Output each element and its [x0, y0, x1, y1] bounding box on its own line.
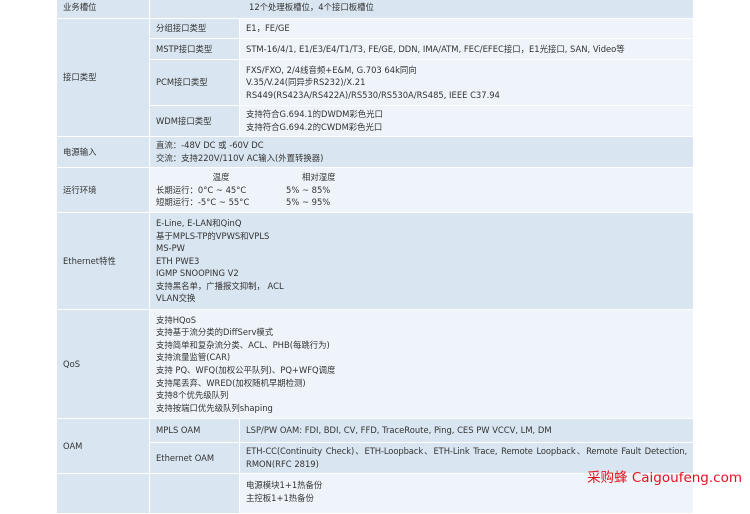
- label-mpls-oam: MPLS OAM: [149, 418, 240, 443]
- wdm-line: 支持符合G.694.2的CWDM彩色光口: [246, 122, 383, 132]
- value-wdm-interface: 支持符合G.694.1的DWDM彩色光口 支持符合G.694.2的CWDM彩色光…: [238, 105, 695, 137]
- ethernet-oam-line: ETH-CC(Continuity Check)、ETH-Loopback、ET…: [246, 446, 688, 457]
- label-protection: [56, 473, 150, 514]
- value-slots: 12个处理板槽位，4个接口板槽位: [148, 0, 695, 19]
- value-ethernet: E-Line, E-LAN和QinQ 基于MPLS-TP的VPWS和VPLS M…: [148, 212, 695, 310]
- value-pcm-interface: FXS/FXO, 2/4线音频+E&M, G.703 64k同向 V.35/V.…: [238, 59, 695, 106]
- ethernet-line: MS-PW: [156, 243, 185, 254]
- env-short-row: 短期运行：-5°C ~ 55°C 5% ~ 95%: [156, 196, 687, 209]
- qos-line: 支持尾丢弃、WRED(加权随机早期检测): [156, 377, 306, 388]
- pcm-line: FXS/FXO, 2/4线音频+E&M, G.703 64k同向: [246, 64, 417, 75]
- power-line: 直流：-48V DC 或 -60V DC: [156, 140, 264, 151]
- env-long-temp: 长期运行：0°C ~ 45°C: [156, 184, 247, 195]
- label-slots: 业务槽位: [56, 0, 150, 19]
- sublabel-protection: [149, 473, 240, 514]
- qos-line: 支持 PQ、WFQ(加权公平队列)、PQ+WFQ调度: [156, 365, 336, 375]
- value-qos: 支持HQoS 支持基于流分类的DiffServ模式 支持简单和复杂流分类、ACL…: [148, 309, 695, 419]
- qos-line: 支持基于流分类的DiffServ模式: [156, 327, 274, 338]
- row-qos: QoS 支持HQoS 支持基于流分类的DiffServ模式 支持简单和复杂流分类…: [56, 309, 695, 419]
- row-interface-pcm: PCM接口类型 FXS/FXO, 2/4线音频+E&M, G.703 64k同向…: [57, 59, 695, 106]
- row-environment: 运行环境 温度 相对湿度 长期运行：0°C ~ 45°C 5% ~ 85% 短期…: [56, 167, 695, 213]
- row-interface-wdm: WDM接口类型 支持符合G.694.1的DWDM彩色光口 支持符合G.694.2…: [57, 105, 695, 137]
- value-mstp-interface: STM-16/4/1, E1/E3/E4/T1/T3, FE/GE, DDN, …: [238, 38, 695, 60]
- qos-line: 支持HQoS: [156, 314, 197, 325]
- row-power: 电源输入 直流：-48V DC 或 -60V DC 交流：支持220V/110V…: [56, 136, 695, 168]
- row-interface-group: 接口类型 分组接口类型 E1，FE/GE: [56, 18, 695, 137]
- env-long-row: 长期运行：0°C ~ 45°C 5% ~ 85%: [156, 184, 687, 197]
- row-interface-mstp: MSTP接口类型 STM-16/4/1, E1/E3/E4/T1/T3, FE/…: [57, 38, 695, 60]
- label-qos: QoS: [56, 309, 150, 419]
- spec-table: 业务槽位 12个处理板槽位，4个接口板槽位 接口类型 分组接口类型 E1，FE/…: [56, 0, 695, 514]
- label-pcm-interface: PCM接口类型: [149, 59, 240, 106]
- env-short-temp: 短期运行：-5°C ~ 55°C: [156, 197, 250, 208]
- ethernet-line: IGMP SNOOPING V2: [156, 268, 239, 279]
- qos-line: 支持简单和复杂流分类、ACL、PHB(每跳行为): [156, 339, 330, 350]
- row-oam-mpls: OAM MPLS OAM LSP/PW OAM: FDI, BDI, CV, F…: [56, 418, 695, 474]
- ethernet-line: ETH PWE3: [156, 255, 200, 266]
- power-line: 交流：支持220V/110V AC输入(外置转换器): [156, 153, 324, 163]
- label-ethernet-oam: Ethernet OAM: [149, 442, 240, 474]
- label-power: 电源输入: [56, 136, 150, 168]
- env-long-humidity: 5% ~ 85%: [286, 184, 331, 195]
- env-header-row: 温度 相对湿度: [156, 171, 687, 184]
- ethernet-line: E-Line, E-LAN和QinQ: [156, 217, 242, 228]
- value-power: 直流：-48V DC 或 -60V DC 交流：支持220V/110V AC输入…: [148, 136, 695, 168]
- label-oam: OAM: [56, 418, 150, 474]
- label-environment: 运行环境: [56, 167, 150, 213]
- pcm-line: RS449(RS423A/RS422A)/RS530/RS530A/RS485,…: [246, 89, 500, 100]
- row-ethernet: Ethernet特性 E-Line, E-LAN和QinQ 基于MPLS-TP的…: [56, 212, 695, 310]
- env-header-humidity: 相对湿度: [302, 172, 336, 183]
- ethernet-line: 基于MPLS-TP的VPWS和VPLS: [156, 230, 270, 241]
- label-mstp-interface: MSTP接口类型: [149, 38, 240, 60]
- value-environment: 温度 相对湿度 长期运行：0°C ~ 45°C 5% ~ 85% 短期运行：-5…: [148, 167, 695, 213]
- qos-line: 支持8个优先级队列: [156, 390, 229, 401]
- value-mpls-oam: LSP/PW OAM: FDI, BDI, CV, FFD, TraceRout…: [238, 418, 695, 443]
- value-group-interface: E1，FE/GE: [238, 18, 695, 39]
- pcm-line: V.35/V.24(同异步RS232)/X.21: [246, 77, 366, 88]
- env-short-humidity: 5% ~ 95%: [286, 197, 331, 208]
- label-ethernet: Ethernet特性: [56, 212, 150, 310]
- label-wdm-interface: WDM接口类型: [149, 105, 240, 137]
- env-header-temp: 温度: [212, 172, 230, 183]
- qos-line: 支持按端口优先级队列shaping: [156, 402, 273, 413]
- watermark: 采购蜂 Caigoufeng.com: [587, 470, 742, 486]
- protection-line: 主控板1+1热备份: [246, 492, 314, 503]
- ethernet-line: VLAN交换: [156, 293, 196, 304]
- label-group-interface: 分组接口类型: [149, 18, 240, 39]
- row-slots: 业务槽位 12个处理板槽位，4个接口板槽位: [56, 0, 695, 19]
- qos-line: 支持流量监管(CAR): [156, 352, 231, 363]
- label-interface: 接口类型: [56, 18, 150, 137]
- wdm-line: 支持符合G.694.1的DWDM彩色光口: [246, 109, 383, 120]
- ethernet-line: 支持黑名单，广播报文抑制， ACL: [156, 280, 284, 291]
